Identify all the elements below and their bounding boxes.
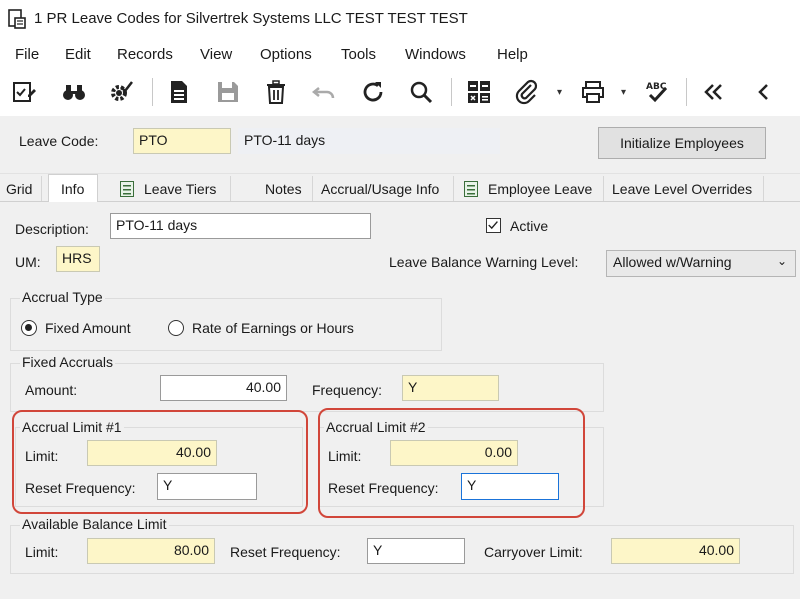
fixed-amount-radio[interactable] <box>21 320 37 336</box>
leave-code-description: PTO-11 days <box>238 128 500 154</box>
menu-view[interactable]: View <box>200 46 232 63</box>
save-icon[interactable] <box>212 76 244 108</box>
available-limit-label: Limit: <box>25 544 59 560</box>
frequency-input[interactable]: Y <box>402 375 499 401</box>
form-icon <box>120 180 134 197</box>
tab-employee-leave[interactable]: Employee Leave <box>458 176 604 201</box>
carryover-limit-label: Carryover Limit: <box>484 544 583 560</box>
accrual-limit-1-highlight <box>12 410 308 514</box>
app-icon <box>8 9 26 29</box>
tab-leave-tiers-label: Leave Tiers <box>144 180 217 197</box>
tab-employee-leave-label: Employee Leave <box>488 180 593 197</box>
um-input[interactable]: HRS <box>56 246 100 272</box>
tab-grid[interactable]: Grid <box>0 176 42 201</box>
initialize-employees-button[interactable]: Initialize Employees <box>598 127 766 159</box>
first-record-icon[interactable] <box>698 76 730 108</box>
leave-code-label: Leave Code: <box>19 133 99 149</box>
menu-options[interactable]: Options <box>260 46 312 63</box>
description-label: Description: <box>15 221 89 237</box>
print-icon[interactable] <box>577 76 609 108</box>
frequency-label: Frequency: <box>312 382 383 398</box>
attachment-dropdown-icon[interactable]: ▾ <box>557 87 562 98</box>
accrual-type-title: Accrual Type <box>20 289 105 305</box>
amount-label: Amount: <box>25 382 78 398</box>
menu-help[interactable]: Help <box>497 46 528 63</box>
available-limit-input[interactable]: 80.00 <box>87 538 215 564</box>
previous-record-icon[interactable] <box>748 76 780 108</box>
accrual-limit-2-highlight <box>318 408 585 518</box>
warning-level-label: Leave Balance Warning Level: <box>389 254 579 270</box>
rate-of-earnings-label: Rate of Earnings or Hours <box>192 320 354 336</box>
undo-icon[interactable] <box>308 76 340 108</box>
chevron-down-icon: ⌄ <box>776 254 787 268</box>
available-reset-label: Reset Frequency: <box>230 544 341 560</box>
checkmark-icon <box>488 221 498 230</box>
active-label: Active <box>510 218 549 234</box>
tab-notes[interactable]: Notes <box>259 176 313 201</box>
tab-accrual-usage-info[interactable]: Accrual/Usage Info <box>315 176 454 201</box>
rate-of-earnings-radio[interactable] <box>168 320 184 336</box>
leave-code-input[interactable]: PTO <box>133 128 231 154</box>
checklist-icon[interactable] <box>8 76 40 108</box>
carryover-limit-input[interactable]: 40.00 <box>611 538 740 564</box>
window-title: 1 PR Leave Codes for Silvertrek Systems … <box>34 10 468 27</box>
form-icon <box>464 180 478 197</box>
menu-windows[interactable]: Windows <box>405 46 466 63</box>
active-checkbox[interactable] <box>486 218 501 233</box>
spellcheck-icon[interactable]: ABC <box>641 76 673 108</box>
refresh-icon[interactable] <box>357 76 389 108</box>
menu-edit[interactable]: Edit <box>65 46 91 63</box>
new-document-icon[interactable] <box>163 76 195 108</box>
binoculars-icon[interactable] <box>58 76 90 108</box>
tab-leave-tiers[interactable]: Leave Tiers <box>114 176 231 201</box>
print-dropdown-icon[interactable]: ▾ <box>621 87 626 98</box>
amount-input[interactable]: 40.00 <box>160 375 287 401</box>
fixed-accruals-title: Fixed Accruals <box>20 354 116 370</box>
um-label: UM: <box>15 254 41 270</box>
warning-level-select[interactable]: Allowed w/Warning ⌄ <box>606 250 796 277</box>
gear-check-icon[interactable] <box>104 76 136 108</box>
fixed-accruals-group <box>10 363 604 412</box>
menu-tools[interactable]: Tools <box>341 46 376 63</box>
available-balance-title: Available Balance Limit <box>20 516 169 532</box>
menu-records[interactable]: Records <box>117 46 173 63</box>
search-icon[interactable] <box>405 76 437 108</box>
tab-info[interactable]: Info <box>48 174 98 203</box>
calculator-icon[interactable] <box>463 76 495 108</box>
menu-file[interactable]: File <box>15 46 39 63</box>
attachment-icon[interactable] <box>511 76 543 108</box>
delete-icon[interactable] <box>260 76 292 108</box>
warning-level-value: Allowed w/Warning <box>613 254 732 270</box>
fixed-amount-label: Fixed Amount <box>45 320 131 336</box>
description-input[interactable]: PTO-11 days <box>110 213 371 239</box>
tab-leave-level-overrides[interactable]: Leave Level Overrides <box>606 176 764 201</box>
available-reset-input[interactable]: Y <box>367 538 465 564</box>
